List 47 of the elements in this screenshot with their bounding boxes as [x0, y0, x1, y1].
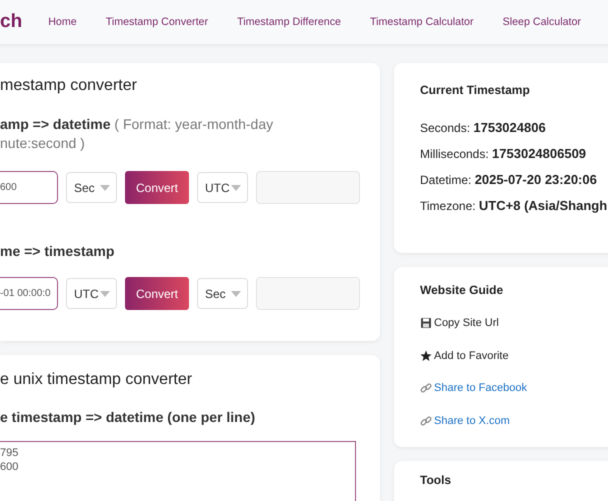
- input-field[interactable]: -01 00:00:0: [0, 277, 58, 310]
- share-link[interactable]: Share to X.com: [434, 414, 510, 427]
- field-value: UTC+8 (Asia/Shangh: [478, 198, 608, 213]
- card-title: Current Timestamp: [420, 83, 531, 97]
- unit-select[interactable]: Sec: [197, 278, 248, 309]
- output-field[interactable]: [256, 277, 360, 310]
- output-field[interactable]: [256, 171, 360, 204]
- field-label: Timezone:: [420, 199, 476, 213]
- timestamp-textarea[interactable]: 795 600: [0, 441, 356, 501]
- star-icon: [420, 350, 432, 362]
- card-title: e unix timestamp converter: [0, 371, 194, 389]
- nav-link[interactable]: Timestamp Difference: [237, 16, 342, 28]
- nav-link[interactable]: Home: [48, 16, 77, 28]
- section-label: amp => datetime: [0, 116, 110, 132]
- guide-link[interactable]: Copy Site Url: [434, 317, 499, 330]
- nav-link[interactable]: Timestamp Converter: [106, 16, 208, 28]
- unit-select[interactable]: UTC: [197, 172, 248, 203]
- format-note: ( Format: year-month-day: [114, 116, 274, 132]
- link-icon: [420, 414, 432, 427]
- caret-icon: [100, 290, 110, 296]
- nav-link[interactable]: Timestamp Calculator: [370, 16, 474, 28]
- field-label: Milliseconds:: [420, 147, 489, 161]
- site-logo[interactable]: ch: [0, 11, 22, 33]
- unit-select[interactable]: Sec: [66, 172, 117, 203]
- nav-link[interactable]: Sleep Calculator: [502, 16, 581, 28]
- caret-icon: [231, 184, 241, 190]
- caret-icon: [100, 184, 110, 190]
- format-note: nute:second ): [0, 134, 86, 153]
- input-field[interactable]: 600: [0, 171, 58, 204]
- field-label: Seconds:: [420, 121, 470, 135]
- floppy-icon: [420, 317, 432, 330]
- guide-link[interactable]: Add to Favorite: [434, 350, 509, 362]
- section-label: me => timestamp: [0, 243, 114, 259]
- section-label: e timestamp => datetime (one per line): [0, 409, 256, 425]
- link-icon: [420, 382, 432, 394]
- caret-icon: [231, 290, 241, 296]
- field-value: 1753024806: [473, 120, 546, 135]
- card-title: Website Guide: [420, 283, 504, 297]
- share-link[interactable]: Share to Facebook: [434, 382, 527, 394]
- field-value: 1753024806509: [492, 146, 586, 161]
- convert-button[interactable]: Convert: [125, 277, 189, 310]
- convert-button[interactable]: Convert: [125, 171, 189, 204]
- field-value: 2025-07-20 23:20:06: [474, 172, 597, 187]
- card-title: Tools: [420, 473, 452, 487]
- field-label: Datetime:: [420, 173, 472, 187]
- unit-select[interactable]: UTC: [66, 278, 117, 309]
- card-title: mestamp converter: [0, 77, 138, 95]
